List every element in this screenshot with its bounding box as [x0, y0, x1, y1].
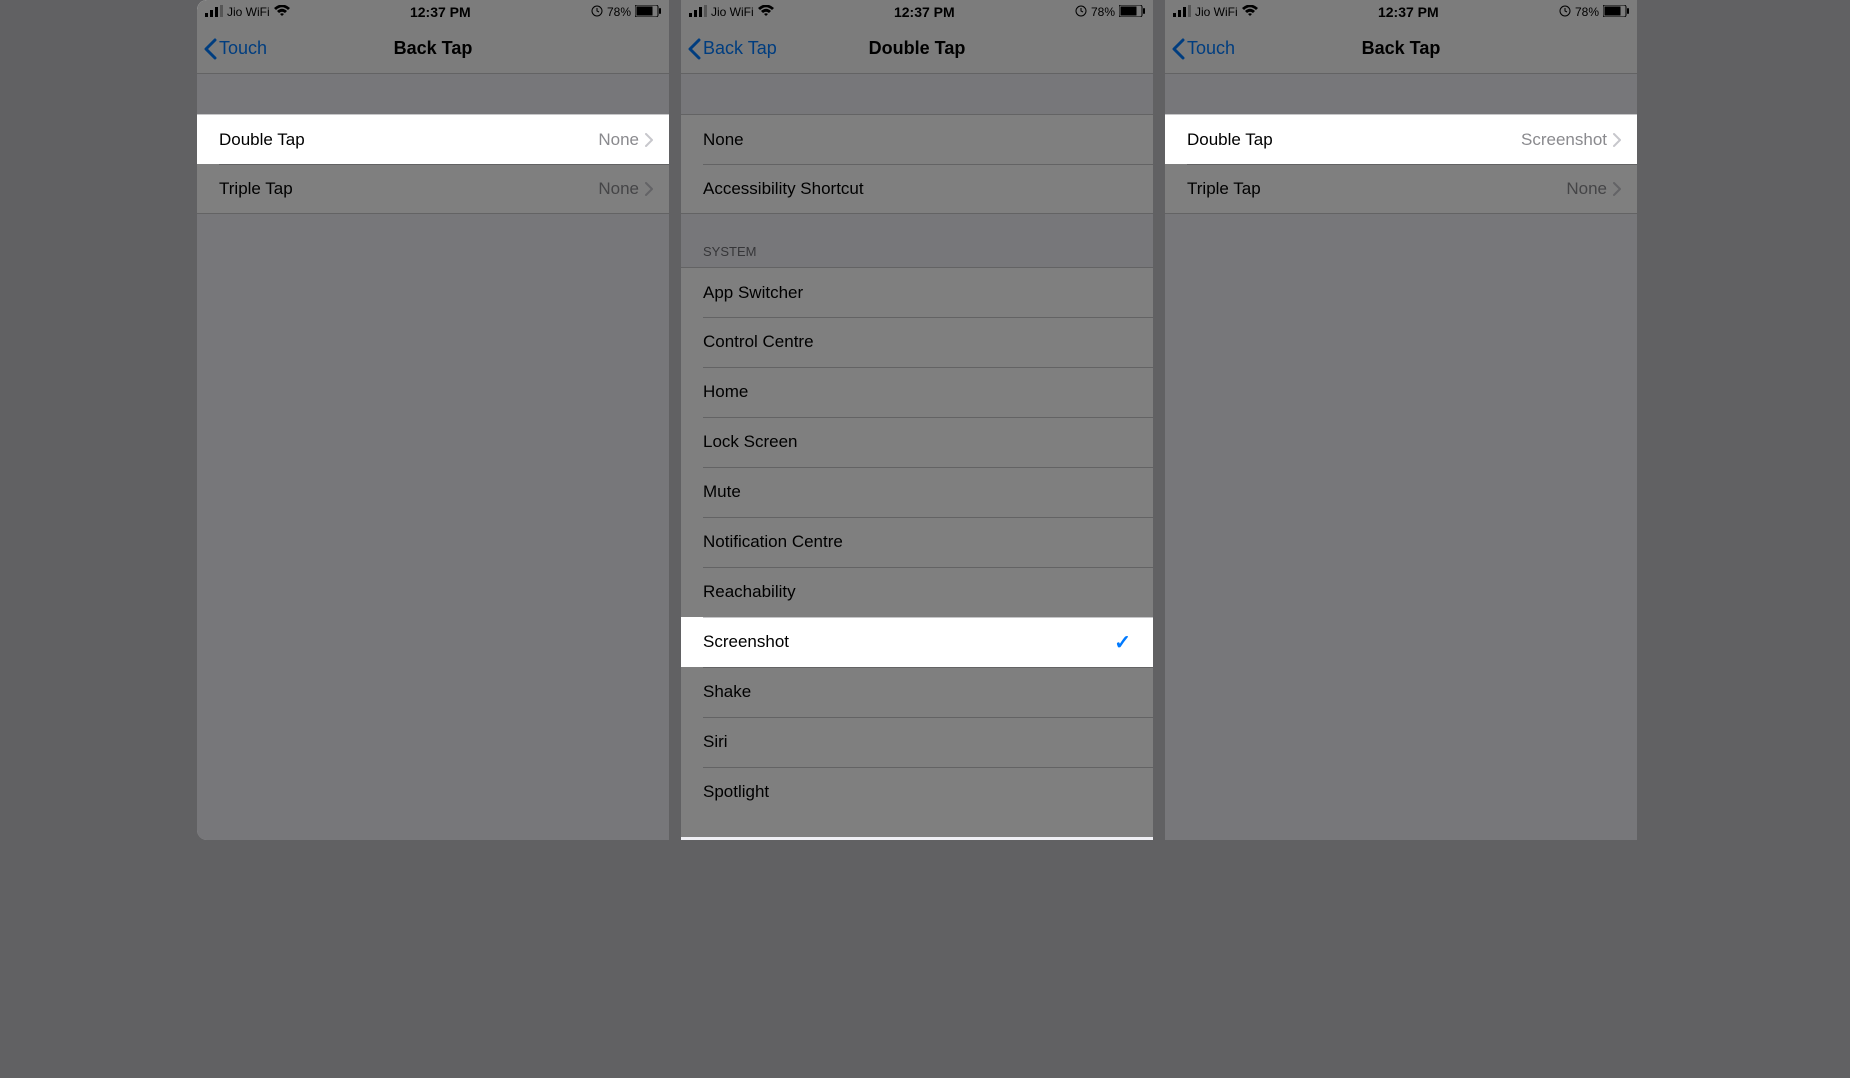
- alarm-icon: [591, 5, 603, 20]
- option-label: Mute: [703, 482, 741, 502]
- dim-overlay-bottom-2: Shake Siri Spotlight: [681, 667, 1153, 837]
- status-bar: Jio WiFi 12:37 PM 78%: [681, 0, 1153, 24]
- chevron-right-icon: [1613, 133, 1621, 147]
- option-label: Screenshot: [703, 632, 789, 652]
- signal-icon: [689, 5, 707, 20]
- alarm-icon: [1559, 5, 1571, 20]
- status-bar: Jio WiFi 12:37 PM 78%: [1165, 0, 1637, 24]
- carrier-label: Jio WiFi: [1195, 5, 1238, 19]
- row-double-tap[interactable]: Double Tap None: [197, 114, 669, 164]
- nav-bar: Back Tap Double Tap: [681, 24, 1153, 74]
- option-label: Siri: [703, 732, 728, 752]
- chevron-right-icon: [645, 133, 653, 147]
- checkmark-icon: ✓: [1114, 630, 1131, 655]
- row-label: Double Tap: [219, 130, 305, 150]
- back-label: Back Tap: [703, 38, 777, 59]
- nav-bar: Touch Back Tap: [197, 24, 669, 74]
- row-triple-tap[interactable]: Triple Tap None: [197, 164, 669, 214]
- battery-percent: 78%: [1091, 5, 1115, 19]
- option-mute[interactable]: Mute: [681, 467, 1153, 517]
- option-spotlight[interactable]: Spotlight: [681, 767, 1153, 817]
- row-value: None: [1566, 179, 1607, 199]
- option-label: Spotlight: [703, 782, 769, 802]
- option-accessibility-shortcut[interactable]: Accessibility Shortcut: [681, 164, 1153, 214]
- option-control-centre[interactable]: Control Centre: [681, 317, 1153, 367]
- nav-bar: Touch Back Tap: [1165, 24, 1637, 74]
- option-reachability[interactable]: Reachability: [681, 567, 1153, 617]
- wifi-icon: [1242, 5, 1258, 20]
- wifi-icon: [758, 5, 774, 20]
- battery-icon: [1603, 5, 1629, 20]
- phone-screen-2: Jio WiFi 12:37 PM 78%: [681, 0, 1153, 840]
- status-time: 12:37 PM: [894, 4, 955, 20]
- option-label: Notification Centre: [703, 532, 843, 552]
- carrier-label: Jio WiFi: [711, 5, 754, 19]
- signal-icon: [205, 5, 223, 20]
- battery-icon: [635, 5, 661, 20]
- back-label: Touch: [1187, 38, 1235, 59]
- row-value: None: [598, 130, 639, 150]
- option-label: Reachability: [703, 582, 796, 602]
- row-label: Triple Tap: [219, 179, 293, 199]
- back-button[interactable]: Touch: [197, 38, 267, 60]
- option-screenshot[interactable]: Screenshot ✓: [681, 617, 1153, 667]
- chevron-left-icon: [687, 38, 701, 60]
- back-label: Touch: [219, 38, 267, 59]
- wifi-icon: [274, 5, 290, 20]
- option-notification-centre[interactable]: Notification Centre: [681, 517, 1153, 567]
- status-bar: Jio WiFi 12:37 PM 78%: [197, 0, 669, 24]
- chevron-left-icon: [1171, 38, 1185, 60]
- option-home[interactable]: Home: [681, 367, 1153, 417]
- row-double-tap[interactable]: Double Tap Screenshot: [1165, 114, 1637, 164]
- row-label: Triple Tap: [1187, 179, 1261, 199]
- signal-icon: [1173, 5, 1191, 20]
- option-label: None: [703, 130, 744, 150]
- page-title: Back Tap: [197, 38, 669, 59]
- option-label: Lock Screen: [703, 432, 798, 452]
- phone-screen-1: Jio WiFi 12:37 PM 78%: [197, 0, 669, 840]
- battery-percent: 78%: [607, 5, 631, 19]
- section-header-system: SYSTEM: [681, 214, 1153, 267]
- option-app-switcher[interactable]: App Switcher: [681, 267, 1153, 317]
- option-label: Control Centre: [703, 332, 814, 352]
- phone-screen-3: Jio WiFi 12:37 PM 78%: [1165, 0, 1637, 840]
- option-label: Shake: [703, 682, 751, 702]
- dim-overlay-top-2: Jio WiFi 12:37 PM 78%: [681, 0, 1153, 617]
- option-label: App Switcher: [703, 283, 803, 303]
- carrier-label: Jio WiFi: [227, 5, 270, 19]
- chevron-left-icon: [203, 38, 217, 60]
- row-triple-tap[interactable]: Triple Tap None: [1165, 164, 1637, 214]
- option-none[interactable]: None: [681, 114, 1153, 164]
- option-label: Accessibility Shortcut: [703, 179, 864, 199]
- three-panel-container: Jio WiFi 12:37 PM 78%: [197, 0, 1653, 840]
- dim-overlay-top: Jio WiFi 12:37 PM 78%: [197, 0, 669, 114]
- option-lock-screen[interactable]: Lock Screen: [681, 417, 1153, 467]
- option-siri[interactable]: Siri: [681, 717, 1153, 767]
- row-value: None: [598, 179, 639, 199]
- battery-percent: 78%: [1575, 5, 1599, 19]
- back-button[interactable]: Back Tap: [681, 38, 777, 60]
- option-shake[interactable]: Shake: [681, 667, 1153, 717]
- row-value: Screenshot: [1521, 130, 1607, 150]
- option-label: Home: [703, 382, 748, 402]
- back-button[interactable]: Touch: [1165, 38, 1235, 60]
- battery-icon: [1119, 5, 1145, 20]
- chevron-right-icon: [645, 182, 653, 196]
- alarm-icon: [1075, 5, 1087, 20]
- chevron-right-icon: [1613, 182, 1621, 196]
- status-time: 12:37 PM: [1378, 4, 1439, 20]
- status-time: 12:37 PM: [410, 4, 471, 20]
- dim-overlay-bottom: Triple Tap None: [197, 164, 669, 840]
- dim-overlay-top-3: Jio WiFi 12:37 PM 78%: [1165, 0, 1637, 114]
- page-title: Back Tap: [1165, 38, 1637, 59]
- dim-overlay-bottom-3: Triple Tap None: [1165, 164, 1637, 840]
- row-label: Double Tap: [1187, 130, 1273, 150]
